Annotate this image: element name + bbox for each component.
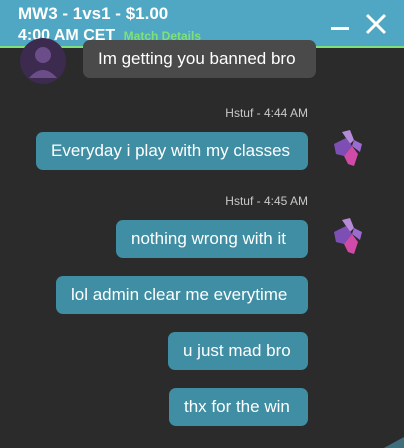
minimize-button[interactable] <box>330 14 350 34</box>
message-bubble: lol admin clear me everytime <box>56 276 308 314</box>
minimize-icon <box>331 27 349 30</box>
message-bubble: thx for the win <box>169 388 308 426</box>
user-avatar <box>324 126 368 172</box>
close-button[interactable] <box>364 12 388 36</box>
message-meta: Hstuf - 4:44 AM <box>225 106 308 120</box>
message-bubble: Im getting you banned bro <box>83 40 316 78</box>
user-avatar <box>324 214 368 260</box>
message-meta: Hstuf - 4:45 AM <box>225 194 308 208</box>
match-title: MW3 - 1vs1 - $1.00 <box>18 4 169 23</box>
message-bubble: u just mad bro <box>168 332 308 370</box>
message-bubble: Everyday i play with my classes <box>36 132 308 170</box>
chat-panel: MW3 - 1vs1 - $1.00 4:00 AM CET Match Det… <box>0 0 404 448</box>
message-list[interactable]: Im getting you banned bro Hstuf - 4:44 A… <box>0 38 404 448</box>
scrollbar-thumb[interactable] <box>382 436 404 448</box>
message-bubble: nothing wrong with it <box>116 220 308 258</box>
opponent-avatar <box>20 38 66 84</box>
close-icon <box>365 13 387 35</box>
